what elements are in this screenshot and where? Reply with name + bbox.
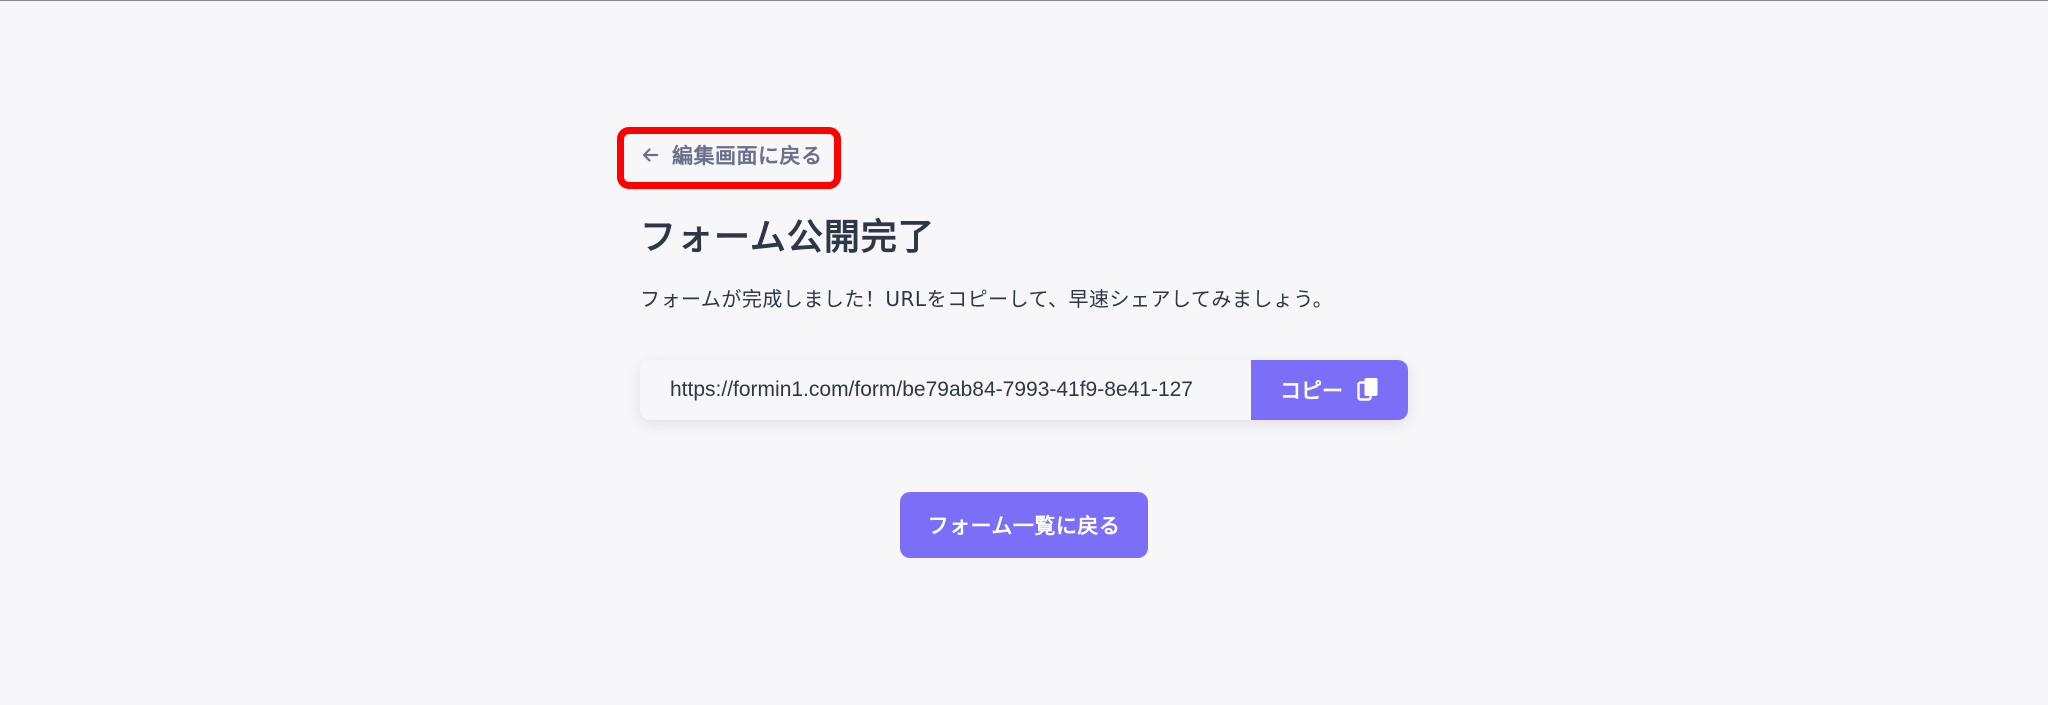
share-url-field[interactable] [640, 360, 1251, 420]
share-url-group: コピー [640, 360, 1408, 420]
publish-complete-panel: 編集画面に戻る フォーム公開完了 フォームが完成しました！URLをコピーして、早… [640, 0, 1408, 705]
page-title: フォーム公開完了 [640, 217, 935, 258]
back-to-editor-label: 編集画面に戻る [672, 144, 823, 168]
copy-icon [1357, 377, 1379, 403]
page-description: フォームが完成しました！URLをコピーして、早速シェアしてみましょう。 [640, 287, 1334, 311]
back-to-editor-link[interactable]: 編集画面に戻る [640, 140, 823, 170]
back-to-form-list-button[interactable]: フォーム一覧に戻る [900, 492, 1148, 558]
arrow-left-icon [640, 145, 660, 165]
copy-url-button[interactable]: コピー [1251, 360, 1408, 420]
copy-button-label: コピー [1280, 379, 1343, 403]
